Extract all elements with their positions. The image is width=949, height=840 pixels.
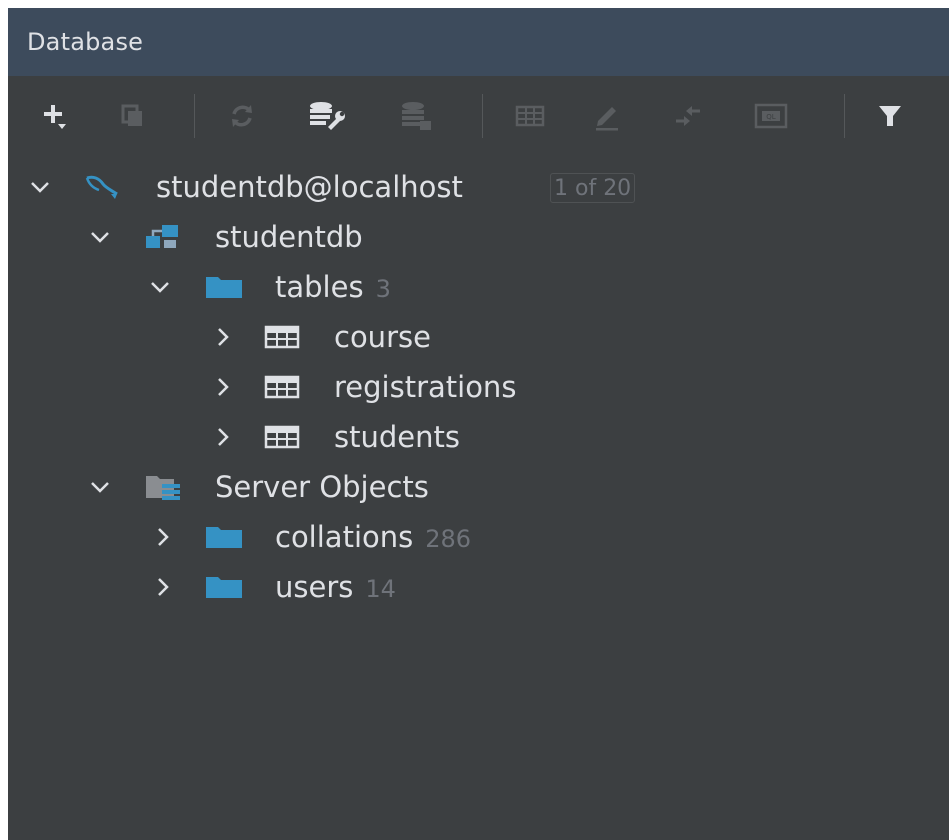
tree-node-label: users 14 xyxy=(275,571,396,605)
chevron-right-icon[interactable] xyxy=(211,425,235,449)
chevron-right-icon[interactable] xyxy=(211,325,235,349)
item-count: 3 xyxy=(375,275,391,303)
tree-node-label: registrations xyxy=(334,370,517,404)
item-count: 286 xyxy=(425,525,472,553)
tree-node-label: studentdb@localhost xyxy=(156,170,463,204)
tree-node-schema[interactable]: studentdb xyxy=(8,212,949,262)
toolbar: QL xyxy=(8,76,949,156)
data-source-properties-button[interactable] xyxy=(305,76,349,156)
jump-to-console-button[interactable] xyxy=(666,76,710,156)
toolbar-separator xyxy=(844,94,845,138)
chevron-down-icon[interactable] xyxy=(148,275,172,299)
table-icon xyxy=(515,105,545,127)
chevron-right-icon[interactable] xyxy=(151,575,175,599)
database-tool-window: Database QL studentdb@localhost 1 of 20 … xyxy=(8,8,949,840)
chevron-down-icon[interactable] xyxy=(88,475,112,499)
tree-node-label: students xyxy=(334,420,460,454)
folder-icon xyxy=(204,572,244,602)
tool-window-header: Database xyxy=(8,8,949,76)
toolbar-separator xyxy=(482,94,483,138)
chevron-right-icon[interactable] xyxy=(211,375,235,399)
tree-node-users[interactable]: users 14 xyxy=(8,562,949,612)
tree-node-connection[interactable]: studentdb@localhost 1 of 20 xyxy=(8,162,949,212)
session-badge: 1 of 20 xyxy=(550,173,636,203)
folder-icon xyxy=(204,272,244,302)
schema-icon xyxy=(144,222,184,252)
tree-node-label: collations 286 xyxy=(275,521,471,555)
tool-window-title: Database xyxy=(27,28,144,56)
mysql-dolphin-icon xyxy=(81,172,121,202)
tables-label: tables xyxy=(275,270,364,304)
chevron-down-icon[interactable] xyxy=(28,175,52,199)
refresh-button[interactable] xyxy=(220,76,264,156)
schemas-button[interactable] xyxy=(394,76,438,156)
edit-source-button[interactable] xyxy=(585,76,629,156)
tree-node-label: studentdb xyxy=(215,220,363,254)
refresh-icon xyxy=(232,105,252,127)
tree-node-collations[interactable]: collations 286 xyxy=(8,512,949,562)
toolbar-separator xyxy=(194,94,195,138)
tree-node-table[interactable]: course xyxy=(8,312,949,362)
duplicate-button[interactable] xyxy=(111,76,155,156)
tree-node-tables[interactable]: tables 3 xyxy=(8,262,949,312)
item-count: 14 xyxy=(365,575,396,603)
server-objects-icon xyxy=(144,472,184,502)
collations-label: collations xyxy=(275,520,414,554)
plus-icon xyxy=(44,105,66,129)
chevron-down-icon[interactable] xyxy=(88,225,112,249)
ql-console-icon: QL xyxy=(754,103,788,129)
new-button[interactable] xyxy=(32,76,76,156)
table-icon xyxy=(263,372,303,402)
tree-node-label: course xyxy=(334,320,431,354)
svg-text:QL: QL xyxy=(766,113,776,121)
tree-node-label: Server Objects xyxy=(215,470,429,504)
filter-button[interactable] xyxy=(868,76,912,156)
tree-node-table[interactable]: registrations xyxy=(8,362,949,412)
ql-console-button[interactable]: QL xyxy=(749,76,793,156)
tree-node-label: tables 3 xyxy=(275,271,391,305)
filter-icon xyxy=(879,106,901,126)
pencil-icon xyxy=(596,107,618,131)
folder-icon xyxy=(204,522,244,552)
tree-node-table[interactable]: students xyxy=(8,412,949,462)
table-icon xyxy=(263,322,303,352)
tree-node-server-objects[interactable]: Server Objects xyxy=(8,462,949,512)
arrows-icon xyxy=(676,106,700,126)
copy-icon xyxy=(121,104,142,126)
chevron-right-icon[interactable] xyxy=(151,525,175,549)
table-icon xyxy=(263,422,303,452)
database-wrench-icon xyxy=(310,102,345,130)
users-label: users xyxy=(275,570,354,604)
table-editor-button[interactable] xyxy=(508,76,552,156)
database-stack-icon xyxy=(402,102,431,130)
